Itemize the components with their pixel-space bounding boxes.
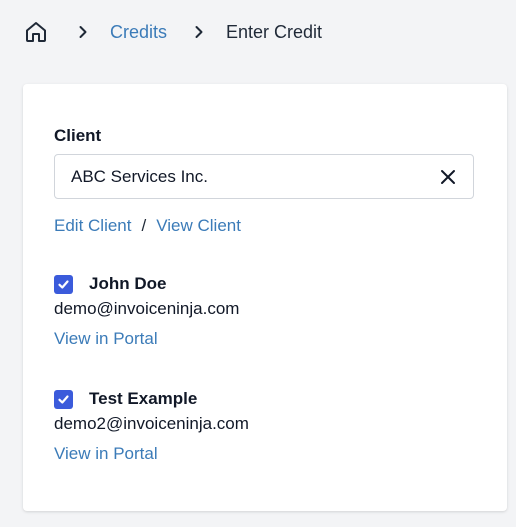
link-separator: / [141,216,147,235]
contact-name: John Doe [89,274,167,293]
edit-client-link[interactable]: Edit Client [54,216,131,236]
contact-item: Test Example demo2@invoiceninja.com View… [54,387,249,466]
contact-checkbox[interactable] [54,389,73,409]
client-links: Edit Client / View Client [54,216,241,236]
view-client-link[interactable]: View Client [156,216,241,236]
contact-name: Test Example [89,389,198,408]
breadcrumb-credits[interactable]: Credits [110,22,167,43]
chevron-right-icon [73,22,93,42]
view-in-portal-link[interactable]: View in Portal [54,327,158,351]
chevron-right-icon [189,22,209,42]
contact-email: demo2@invoiceninja.com [54,414,249,433]
client-select[interactable]: ABC Services Inc. [54,154,474,199]
view-in-portal-link[interactable]: View in Portal [54,442,158,466]
breadcrumb: Credits Enter Credit [23,18,322,46]
client-card: Client ABC Services Inc. Edit Client / V… [23,84,507,511]
close-icon[interactable] [437,166,459,188]
contact-checkbox[interactable] [54,274,73,294]
home-icon[interactable] [23,19,49,45]
client-select-value: ABC Services Inc. [71,166,208,186]
client-label: Client [54,126,102,145]
contact-item: John Doe demo@invoiceninja.com View in P… [54,272,239,351]
breadcrumb-enter-credit: Enter Credit [226,21,323,42]
contact-email: demo@invoiceninja.com [54,299,240,318]
